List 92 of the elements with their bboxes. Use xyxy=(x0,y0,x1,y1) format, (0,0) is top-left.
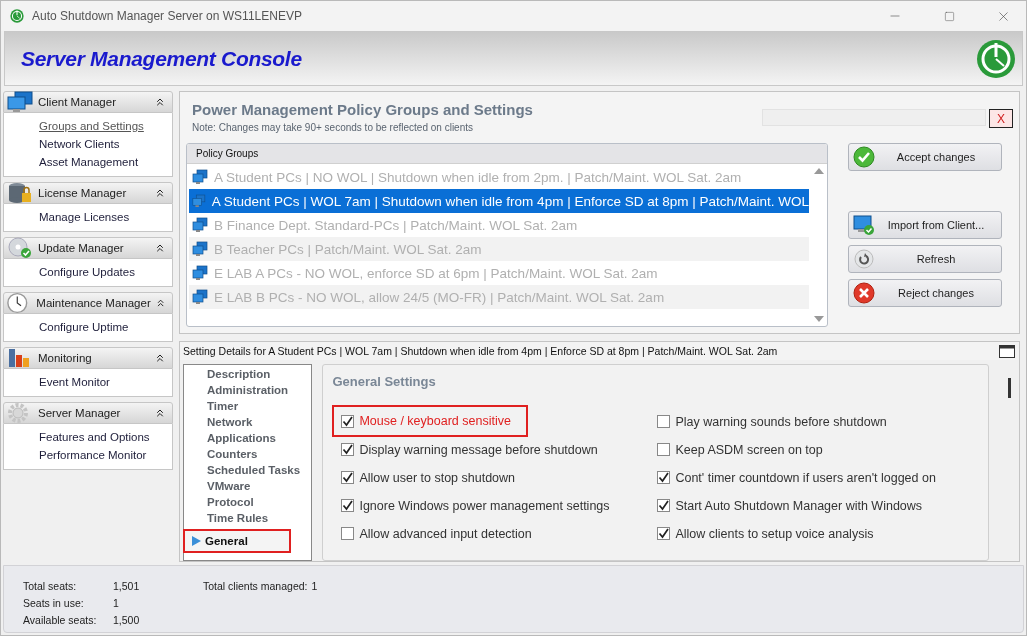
sidebar-link[interactable]: Configure Uptime xyxy=(39,318,172,336)
sidebar-link[interactable]: Asset Management xyxy=(39,153,172,171)
option-label: Allow clients to setup voice analysis xyxy=(675,526,874,541)
stat-label: Available seats: xyxy=(23,613,98,628)
group-header[interactable]: Client Manager xyxy=(3,91,173,113)
list-header: Policy Groups xyxy=(187,144,827,164)
scrollbar-thumb[interactable] xyxy=(1007,378,1011,398)
group-header[interactable]: Server Manager xyxy=(3,402,173,424)
option-label: Ignore Windows power management settings xyxy=(359,498,610,513)
monitors-icon xyxy=(192,193,206,209)
collapse-icon xyxy=(154,242,166,254)
window-title: Auto Shutdown Manager Server on WS11LENEVP xyxy=(32,9,303,23)
option-label: Allow advanced input detection xyxy=(359,526,532,541)
nav-item[interactable]: Time Rules xyxy=(184,510,312,526)
option-label: Mouse / keyboard sensitive xyxy=(359,414,511,428)
group-header[interactable]: Maintenance Manager xyxy=(3,292,173,314)
option-label: Start Auto Shutdown Manager with Windows xyxy=(675,498,923,513)
console-title: Server Management Console xyxy=(21,46,302,71)
monitors-icon xyxy=(192,217,208,233)
action-button[interactable]: Reject changes xyxy=(848,279,1002,307)
collapse-icon xyxy=(154,96,166,108)
triangle-icon xyxy=(192,536,201,546)
monitors-icon xyxy=(6,91,34,113)
nav-item[interactable]: VMware xyxy=(184,478,312,494)
refresh-icon xyxy=(853,248,875,270)
nav-item[interactable]: Timer xyxy=(184,398,312,414)
nav-item[interactable]: General xyxy=(183,529,292,553)
group-header[interactable]: License Manager xyxy=(3,182,173,204)
app-logo-icon xyxy=(10,9,24,23)
collapse-icon xyxy=(154,352,166,364)
stat-value: 1,501 xyxy=(113,579,141,594)
maximize-icon[interactable] xyxy=(999,344,1015,358)
checkbox[interactable] xyxy=(341,414,355,428)
checkbox[interactable] xyxy=(657,415,671,428)
stat-value: 1 xyxy=(311,579,318,594)
checkmark-icon xyxy=(853,146,875,168)
sidebar-link[interactable]: Event Monitor xyxy=(39,373,172,391)
panel-title: Power Management Policy Groups and Settings xyxy=(192,101,533,118)
group-header[interactable]: Monitoring xyxy=(3,347,173,369)
option-label: Cont' timer countdown if users aren't logged on xyxy=(675,470,936,485)
checkbox[interactable] xyxy=(657,471,671,484)
sidebar-link[interactable]: Performance Monitor xyxy=(39,446,172,464)
monitors-icon xyxy=(192,241,208,257)
sidebar-link[interactable]: Features and Options xyxy=(39,428,172,446)
action-button[interactable]: Accept changes xyxy=(848,143,1002,171)
close-icon xyxy=(853,282,875,304)
sidebar-link[interactable]: Configure Updates xyxy=(39,263,172,281)
monitor-check-icon xyxy=(853,214,875,236)
collapse-icon xyxy=(154,187,166,199)
sidebar-link[interactable]: Network Clients xyxy=(39,135,172,153)
stat-value: 1 xyxy=(113,596,120,611)
nav-item[interactable]: Description xyxy=(184,366,312,382)
action-button[interactable]: Import from Client... xyxy=(848,211,1002,239)
checkbox[interactable] xyxy=(657,499,671,512)
stat-label: Total seats: xyxy=(23,579,78,594)
action-button[interactable]: Refresh xyxy=(848,245,1002,273)
power-logo-icon xyxy=(976,38,1016,79)
policy-row[interactable]: A Student PCs | WOL 7am | Shutdown when idle from 4pm | Enforce SD at 8pm | Patch/Maint. WOL xyxy=(189,189,809,213)
checkbox[interactable] xyxy=(341,443,355,456)
stat-label: Total clients managed: xyxy=(203,579,308,594)
scroll-down-icon[interactable] xyxy=(814,316,824,322)
monitors-icon xyxy=(192,169,208,185)
nav-item[interactable]: Scheduled Tasks xyxy=(184,462,312,478)
option-label: Play warning sounds before shutdown xyxy=(675,414,887,429)
checkbox[interactable] xyxy=(341,471,355,484)
section-title: General Settings xyxy=(332,374,437,389)
nav-item[interactable]: Protocol xyxy=(184,494,312,510)
nav-item[interactable]: Network xyxy=(184,414,312,430)
option-label: Allow user to stop shutdown xyxy=(359,470,516,485)
stat-value: 1,500 xyxy=(113,613,141,628)
collapse-icon xyxy=(154,407,166,419)
checkbox[interactable] xyxy=(341,499,355,512)
stat-label: Seats in use: xyxy=(23,596,85,611)
note-text: Note: Changes may take 90+ seconds to be reflected on clients xyxy=(192,122,474,133)
group-header[interactable]: Update Manager xyxy=(3,237,173,259)
checkbox[interactable] xyxy=(341,527,355,540)
sidebar-link[interactable]: Manage Licenses xyxy=(39,208,172,226)
sidebar-link[interactable]: Groups and Settings xyxy=(39,117,172,135)
option-label: Display warning message before shutdown xyxy=(359,442,598,457)
nav-item[interactable]: Applications xyxy=(184,430,312,446)
database-lock-icon xyxy=(6,182,34,204)
nav-item[interactable]: Counters xyxy=(184,446,312,462)
monitors-icon xyxy=(192,289,208,305)
nav-item[interactable]: Administration xyxy=(184,382,312,398)
maximize-icon xyxy=(943,10,955,22)
checkbox[interactable] xyxy=(657,527,671,540)
monitors-icon xyxy=(192,265,208,281)
details-title: Setting Details for A Student PCs | WOL 7am | Shutdown when idle from 4pm | Enforce SD at 8pm | Patch/Maint. WOL Sat. 2am xyxy=(183,345,778,357)
checkbox[interactable] xyxy=(657,443,671,456)
scroll-up-icon[interactable] xyxy=(814,168,824,174)
option-label: Keep ASDM screen on top xyxy=(675,442,823,457)
clear-button[interactable]: X xyxy=(989,109,1013,128)
